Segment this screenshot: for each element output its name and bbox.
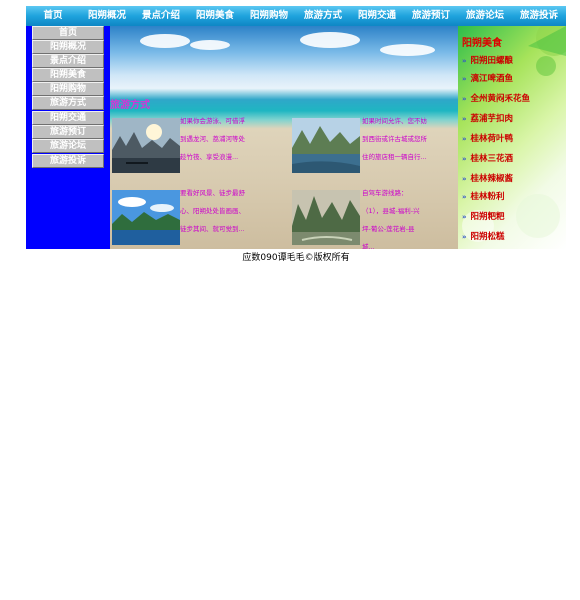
topnav-item-overview[interactable]: 阳朔概况 [80, 6, 134, 26]
card-text-line: 徒步其间、就可觉到... [180, 225, 245, 233]
food-item-label: 桂林辣椒酱 [470, 174, 514, 184]
food-item[interactable]: » 桂林辣椒酱 [462, 172, 513, 184]
card-text-line: （1），县城-福利-兴 [362, 207, 420, 215]
food-item-label: 桂林荷叶鸭 [470, 134, 514, 144]
card-text: 自驾车游线路： （1），县城-福利-兴 坪-葡公-莲花岩-县 城... [362, 184, 430, 249]
sidebar-item-complaints[interactable]: 旅游投诉 [32, 154, 104, 168]
left-sidebar: 首页 阳朔概况 景点介绍 阳朔美食 阳朔购物 旅游方式 阳朔交通 旅游预订 旅游… [26, 26, 110, 249]
arrow-icon: » [462, 193, 467, 201]
food-item[interactable]: » 漓江啤酒鱼 [462, 72, 513, 84]
arrow-icon: » [462, 155, 467, 163]
food-item[interactable]: » 全州黄闷禾花鱼 [462, 92, 530, 104]
topnav-item-complaints[interactable]: 旅游投诉 [512, 6, 566, 26]
arrow-icon: » [462, 233, 467, 241]
arrow-icon: » [462, 135, 467, 143]
food-item[interactable]: » 阳朔田螺酿 [462, 54, 513, 66]
section-title: 旅游方式 [110, 100, 150, 111]
card-text: 如果你会游泳、可借浮 到遇龙河、荔浦河等处 趁竹筏、享受浪漫... [180, 112, 248, 166]
card-text-line: 住的旅店租一辆自行... [362, 153, 427, 161]
topnav-item-home[interactable]: 首页 [26, 6, 80, 26]
sidebar-item-booking[interactable]: 旅游预订 [32, 125, 104, 139]
copyright-footer: 应数090谭毛毛©版权所有 [242, 253, 350, 263]
background-cloud [380, 44, 435, 56]
arrow-icon: » [462, 75, 467, 83]
food-item-label: 桂林三花酒 [470, 154, 514, 164]
arrow-icon: » [462, 95, 467, 103]
food-item[interactable]: » 阳朔松糕 [462, 230, 505, 242]
sidebar-item-travel-modes[interactable]: 旅游方式 [32, 96, 104, 110]
main-content: 旅游方式 如果你会游泳、可借浮 到遇龙河、荔浦河等处 趁竹筏、享受浪漫... 如… [110, 26, 458, 249]
card-text-line: 趁竹筏、享受浪漫... [180, 153, 239, 161]
card-thumbnail-karst-peaks[interactable] [292, 190, 360, 245]
arrow-icon: » [462, 213, 467, 221]
topnav-item-booking[interactable]: 旅游预订 [404, 6, 458, 26]
food-panel: 阳朔美食 » 阳朔田螺酿 » 漓江啤酒鱼 » 全州黄闷禾花鱼 » 荔浦芋扣肉 » 桂林荷叶… [458, 26, 566, 249]
topnav-item-food[interactable]: 阳朔美食 [188, 6, 242, 26]
card-thumbnail-karst-river[interactable] [292, 118, 360, 173]
food-item[interactable]: » 桂林三花酒 [462, 152, 513, 164]
card-text-line: 到遇龙河、荔浦河等处 [180, 135, 245, 143]
background-cloud [140, 34, 190, 48]
card-text-line: 如果你会游泳、可借浮 [180, 117, 245, 125]
sidebar-item-shopping[interactable]: 阳朔购物 [32, 82, 104, 96]
food-panel-title: 阳朔美食 [462, 38, 502, 49]
arrow-icon: » [462, 57, 467, 65]
card-thumbnail-river-sunrise[interactable] [112, 118, 180, 173]
card-text-line: 到西街或许古城或您所 [362, 135, 427, 143]
food-item-label: 桂林粉利 [470, 192, 505, 202]
sidebar-item-forum[interactable]: 旅游论坛 [32, 139, 104, 153]
food-item[interactable]: » 荔浦芋扣肉 [462, 112, 513, 124]
card-text-line: 坪-葡公-莲花岩-县 [362, 225, 415, 233]
card-text: 要看好风景、徒步最舒 心、阳朔处处皆画画、 徒步其间、就可觉到... [180, 184, 248, 238]
food-item-label: 阳朔田螺酿 [470, 56, 514, 66]
sidebar-item-overview[interactable]: 阳朔概况 [32, 40, 104, 54]
food-item[interactable]: » 桂林荷叶鸭 [462, 132, 513, 144]
sidebar-item-attractions[interactable]: 景点介绍 [32, 54, 104, 68]
background-cloud [300, 32, 360, 48]
food-item-label: 荔浦芋扣肉 [470, 114, 514, 124]
card-text-line: 如果时间允许、您不妨 [362, 117, 427, 125]
card-text-line: 要看好风景、徒步最舒 [180, 189, 245, 197]
food-item-label: 漓江啤酒鱼 [470, 74, 514, 84]
sidebar-item-food[interactable]: 阳朔美食 [32, 68, 104, 82]
card-text-line: 自驾车游线路： [362, 189, 408, 197]
card-text: 如果时间允许、您不妨 到西街或许古城或您所 住的旅店租一辆自行... [362, 112, 430, 166]
card-text-line: 心、阳朔处处皆画画、 [180, 207, 245, 215]
card-text-line: 城... [362, 243, 375, 249]
arrow-icon: » [462, 115, 467, 123]
food-item[interactable]: » 阳朔粑粑 [462, 210, 505, 222]
food-item-label: 全州黄闷禾花鱼 [470, 94, 531, 104]
sidebar-item-home[interactable]: 首页 [32, 26, 104, 40]
food-item[interactable]: » 桂林粉利 [462, 190, 505, 202]
topnav-item-transport[interactable]: 阳朔交通 [350, 6, 404, 26]
sidebar-item-transport[interactable]: 阳朔交通 [32, 111, 104, 125]
topnav-item-shopping[interactable]: 阳朔购物 [242, 6, 296, 26]
food-item-label: 阳朔粑粑 [470, 212, 505, 222]
topnav-item-attractions[interactable]: 景点介绍 [134, 6, 188, 26]
card-thumbnail-lake-hills[interactable] [112, 190, 180, 245]
topnav-item-travel-modes[interactable]: 旅游方式 [296, 6, 350, 26]
arrow-icon: » [462, 175, 467, 183]
background-cloud [190, 40, 230, 50]
top-nav-bar: 首页 阳朔概况 景点介绍 阳朔美食 阳朔购物 旅游方式 阳朔交通 旅游预订 旅游… [26, 6, 566, 26]
food-item-label: 阳朔松糕 [470, 232, 505, 242]
topnav-item-forum[interactable]: 旅游论坛 [458, 6, 512, 26]
